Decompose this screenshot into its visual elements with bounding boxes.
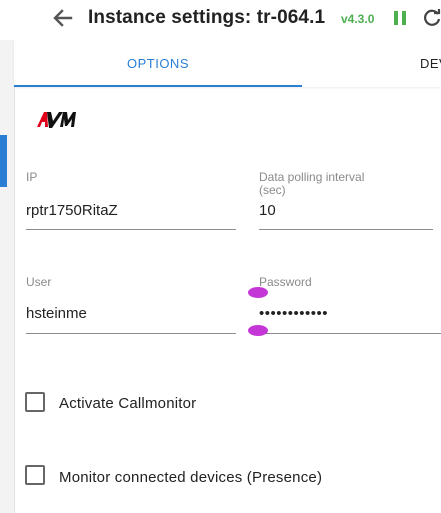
tab-devices[interactable]: DEV <box>420 40 441 87</box>
polling-label-line2: (sec) <box>259 183 286 197</box>
avm-logo <box>36 107 76 129</box>
selection-handle-top[interactable] <box>248 287 268 298</box>
ip-underline <box>26 229 236 230</box>
page-title: Instance settings: tr-064.1 <box>88 7 326 28</box>
callmonitor-checkbox[interactable] <box>25 392 45 412</box>
polling-label: Data polling interval (sec) <box>259 171 364 197</box>
nav-active-indicator <box>0 135 7 187</box>
callmonitor-label[interactable]: Activate Callmonitor <box>59 395 196 412</box>
polling-underline <box>259 229 433 230</box>
left-nav-strip <box>0 40 15 513</box>
user-underline <box>26 333 236 334</box>
user-input[interactable] <box>26 303 232 323</box>
pause-icon[interactable] <box>394 11 408 25</box>
password-label: Password <box>259 275 312 289</box>
tab-options[interactable]: OPTIONS <box>14 40 302 87</box>
reload-icon[interactable] <box>423 8 441 27</box>
version-badge: v4.3.0 <box>341 12 375 26</box>
ip-input[interactable] <box>26 200 232 220</box>
top-bar: Instance settings: tr-064.1 v4.3.0 <box>0 0 441 40</box>
back-arrow-icon[interactable] <box>52 7 74 29</box>
password-underline <box>259 333 441 334</box>
polling-label-line1: Data polling interval <box>259 170 365 184</box>
polling-interval-input[interactable] <box>259 200 429 220</box>
selection-handle-bottom[interactable] <box>248 325 268 336</box>
presence-label[interactable]: Monitor connected devices (Presence) <box>59 469 322 486</box>
active-tab-indicator <box>14 85 302 87</box>
ip-label: IP <box>26 170 38 184</box>
password-input[interactable] <box>259 303 439 323</box>
user-label: User <box>26 275 52 289</box>
presence-checkbox[interactable] <box>25 465 45 485</box>
tab-bar: OPTIONS DEV <box>14 40 441 87</box>
